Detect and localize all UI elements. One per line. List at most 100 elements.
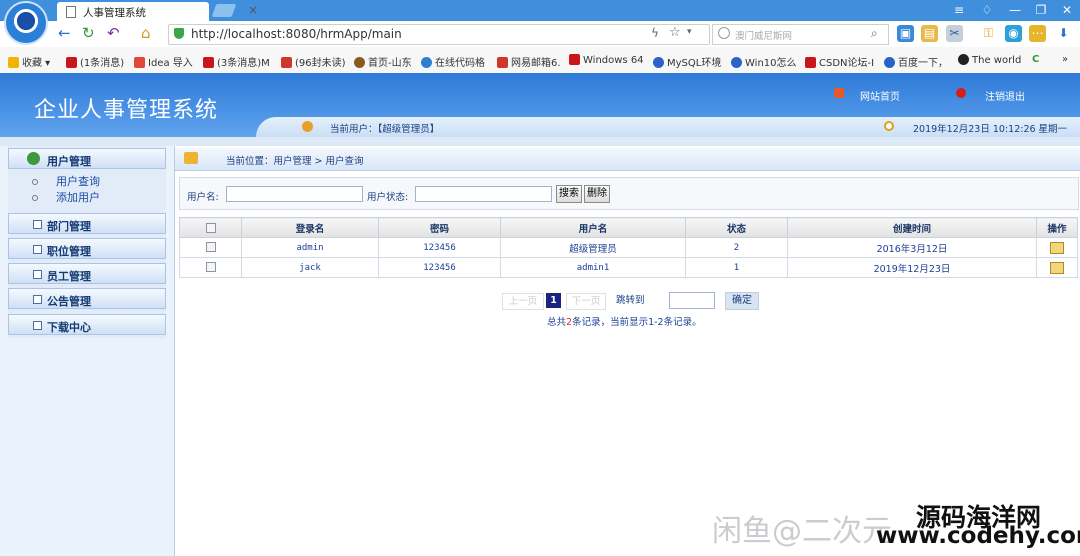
logout-icon[interactable] [956, 88, 966, 98]
bookmark-item[interactable]: Idea 导入 [134, 54, 193, 69]
username-cell: 超级管理员 [500, 237, 686, 258]
close-tab-icon[interactable]: × [248, 3, 258, 17]
home-link[interactable]: 网站首页 [860, 88, 900, 103]
bookmark-item[interactable]: Windows 64 [569, 54, 644, 66]
home-icon[interactable]: ⌂ [141, 24, 151, 42]
confirm-jump-button[interactable]: 确定 [725, 292, 759, 310]
sidebar-group-user-management[interactable]: 用户管理 [8, 148, 166, 169]
bookmark-item[interactable]: 百度一下， [884, 54, 948, 69]
action-cell [1036, 237, 1078, 258]
row-checkbox[interactable] [205, 262, 216, 273]
skin-icon[interactable]: ♢ [978, 2, 996, 18]
browser-logo-icon[interactable] [4, 1, 48, 45]
dropdown-icon[interactable]: ▾ [687, 27, 692, 37]
sidebar-group-employee[interactable]: 员工管理 [8, 263, 166, 284]
github-icon [958, 54, 969, 65]
app-title: 企业人事管理系统 [34, 98, 219, 123]
bookmark-item[interactable]: 首页-山东 [354, 54, 412, 69]
bookmark-item[interactable]: 在线代码格 [421, 54, 485, 69]
expand-icon [33, 295, 42, 304]
clock-icon [884, 121, 894, 131]
browser-tab[interactable]: 人事管理系统 × [57, 2, 258, 21]
address-toolbar: ← ↻ ↶ ⌂ http://localhost:8080/hrmApp/mai… [0, 21, 1080, 48]
delete-button[interactable]: 删除 [584, 185, 610, 203]
bookmark-item[interactable]: (1条消息) [66, 54, 124, 69]
watermark-line2: www.codehy.com [876, 523, 1080, 549]
maximize-icon[interactable]: ❐ [1032, 2, 1050, 18]
search-button[interactable]: 搜索 [556, 185, 582, 203]
column-header: 密码 [378, 217, 501, 238]
undo-icon[interactable]: ↶ [107, 24, 120, 42]
scissors-icon[interactable]: ✂ [946, 25, 963, 42]
home-icon[interactable] [834, 88, 844, 98]
search-form: 用户名: 用户状态: 搜索 删除 [179, 177, 1079, 210]
select-all-header[interactable] [179, 217, 242, 238]
bookmark-icon [421, 57, 432, 68]
download-icon[interactable]: ⬇ [1055, 25, 1072, 42]
close-window-icon[interactable]: ✕ [1058, 2, 1076, 18]
column-header: 登录名 [241, 217, 379, 238]
created-time-cell: 2019年12月23日 [787, 257, 1037, 278]
bookmark-item[interactable]: (96封未读) [281, 54, 346, 69]
row-select-cell[interactable] [179, 257, 242, 278]
page-jump-input[interactable] [669, 292, 715, 309]
sidebar: 用户管理 用户查询 添加用户 部门管理 职位管理 员工管理 公告管理 下载中心 [8, 146, 166, 338]
status-input[interactable] [415, 186, 552, 202]
csdn-icon [569, 54, 580, 65]
next-page-button[interactable]: 下一页 [566, 293, 606, 310]
column-header: 状态 [685, 217, 788, 238]
translate-icon[interactable]: ▣ [897, 25, 914, 42]
bookmark-item[interactable]: The world [958, 54, 1021, 66]
edit-icon[interactable] [1050, 241, 1064, 254]
sidebar-group-position[interactable]: 职位管理 [8, 238, 166, 259]
bookmark-item[interactable]: MySQL环境 [653, 54, 721, 69]
prev-page-button[interactable]: 上一页 [502, 293, 544, 310]
row-checkbox[interactable] [205, 242, 216, 253]
refresh-icon[interactable]: ↻ [82, 24, 95, 42]
key-icon[interactable]: ⚿ [980, 25, 997, 42]
star-icon[interactable]: ☆ [669, 25, 681, 40]
csdn-icon [805, 57, 816, 68]
bookmark-item[interactable]: CSDN论坛-I [805, 54, 874, 69]
url-field[interactable]: http://localhost:8080/hrmApp/main ϟ ☆ ▾ [168, 24, 710, 45]
sidebar-group-download[interactable]: 下载中心 [8, 314, 166, 335]
sidebar-item-user-query[interactable]: 用户查询 [56, 173, 100, 189]
search-icon[interactable]: ⌕ [871, 26, 878, 41]
extension-icon[interactable]: ◉ [1005, 25, 1022, 42]
user-avatar-icon [302, 121, 313, 132]
bookmark-item[interactable]: 网易邮箱6. [497, 54, 561, 69]
mail-icon [281, 57, 292, 68]
sidebar-group-department[interactable]: 部门管理 [8, 213, 166, 234]
more-icon[interactable]: ⋯ [1029, 25, 1046, 42]
menu-icon[interactable]: ≡ [950, 2, 968, 18]
lightning-icon[interactable]: ϟ [651, 26, 659, 40]
search-input[interactable]: 澳门威尼斯网 ⌕ [712, 24, 889, 45]
sidebar-item-add-user[interactable]: 添加用户 [56, 189, 100, 205]
username-input[interactable] [226, 186, 363, 202]
username-label: 用户名: [187, 192, 219, 203]
header-divider [0, 137, 1080, 146]
jump-label: 跳转到 [616, 295, 645, 306]
clipboard-icon[interactable]: ▤ [921, 25, 938, 42]
users-icon [27, 152, 40, 165]
back-icon[interactable]: ← [58, 24, 71, 42]
bookmark-item[interactable]: Win10怎么 [731, 54, 797, 69]
star-icon [8, 57, 19, 68]
more-bookmarks-icon[interactable]: » [1062, 54, 1068, 65]
expand-icon [33, 245, 42, 254]
select-all-checkbox[interactable] [205, 222, 216, 233]
logout-link[interactable]: 注销退出 [985, 88, 1025, 103]
row-select-cell[interactable] [179, 237, 242, 258]
sidebar-group-notice[interactable]: 公告管理 [8, 288, 166, 309]
bookmark-item[interactable]: 收藏 ▾ [8, 54, 50, 69]
column-header: 用户名 [500, 217, 686, 238]
current-page[interactable]: 1 [546, 293, 561, 308]
edit-icon[interactable] [1050, 261, 1064, 274]
bookmark-icon[interactable]: C [1032, 54, 1039, 65]
arrow-right-icon [184, 152, 198, 164]
column-header: 创建时间 [787, 217, 1037, 238]
password-cell: 123456 [378, 237, 501, 258]
minimize-icon[interactable]: — [1006, 2, 1024, 18]
bookmark-item[interactable]: (3条消息)M [203, 54, 270, 69]
expand-icon [33, 321, 42, 330]
